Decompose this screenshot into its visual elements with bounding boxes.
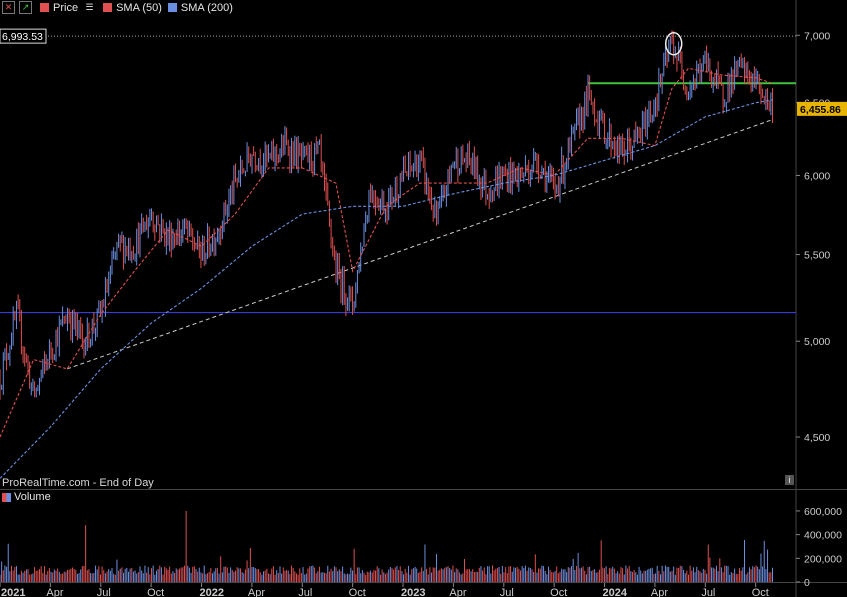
last-price-label: 6,455.86 (800, 104, 841, 116)
x-tick-label: Oct (349, 587, 366, 597)
volume-swatch (2, 492, 11, 502)
volume-tick-label: 0 (804, 577, 810, 589)
volume-tick-label: 400,000 (804, 530, 842, 542)
y-tick-label: 6,000 (804, 170, 830, 182)
legend-item-sma50[interactable]: SMA (50) (116, 2, 162, 14)
menu-icon[interactable]: ☰ (84, 2, 95, 13)
x-tick-label: 2021 (1, 587, 25, 597)
legend-item-sma200[interactable]: SMA (200) (181, 2, 233, 14)
high-price-label: 6,993.53 (2, 31, 43, 43)
background (0, 0, 847, 597)
x-tick-label: Jul (500, 587, 514, 597)
x-tick-label: 2024 (603, 587, 628, 597)
x-tick-label: Jul (298, 587, 312, 597)
volume-label[interactable]: Volume (14, 491, 51, 503)
export-icon[interactable]: ↗ (19, 1, 32, 14)
legend-item-price[interactable]: Price (53, 2, 78, 14)
y-tick-label: 4,500 (804, 432, 830, 444)
x-tick-label: Jul (701, 587, 715, 597)
legend-bar: ✕ ↗ Price ☰ SMA (50) SMA (200) (0, 0, 233, 15)
info-icon[interactable]: i (785, 475, 794, 485)
x-tick-label: Apr (248, 587, 265, 597)
x-tick-label: 2023 (401, 587, 425, 597)
y-tick-label: 5,500 (804, 250, 830, 262)
y-tick-label: 7,000 (804, 30, 830, 42)
legend-swatch-sma200 (167, 3, 177, 12)
x-tick-label: Apr (46, 587, 63, 597)
price-chart: 7,0006,5006,0005,5005,0004,5002021AprJul… (0, 0, 847, 597)
volume-tick-label: 600,000 (804, 506, 842, 518)
x-tick-label: Oct (752, 587, 769, 597)
volume-tick-label: 200,000 (804, 553, 842, 565)
x-tick-label: Jul (97, 587, 111, 597)
y-tick-label: 5,000 (804, 336, 830, 348)
legend-swatch-sma50 (103, 3, 113, 12)
x-tick-label: Apr (449, 587, 466, 597)
legend-swatch-price (40, 3, 49, 12)
x-tick-label: Oct (147, 587, 164, 597)
x-tick-label: 2022 (200, 587, 224, 597)
x-tick-label: Oct (550, 587, 567, 597)
x-tick-label: Apr (651, 587, 668, 597)
source-label: ProRealTime.com - End of Day (2, 477, 154, 489)
close-icon[interactable]: ✕ (2, 1, 15, 14)
volume-legend: Volume (0, 490, 51, 504)
